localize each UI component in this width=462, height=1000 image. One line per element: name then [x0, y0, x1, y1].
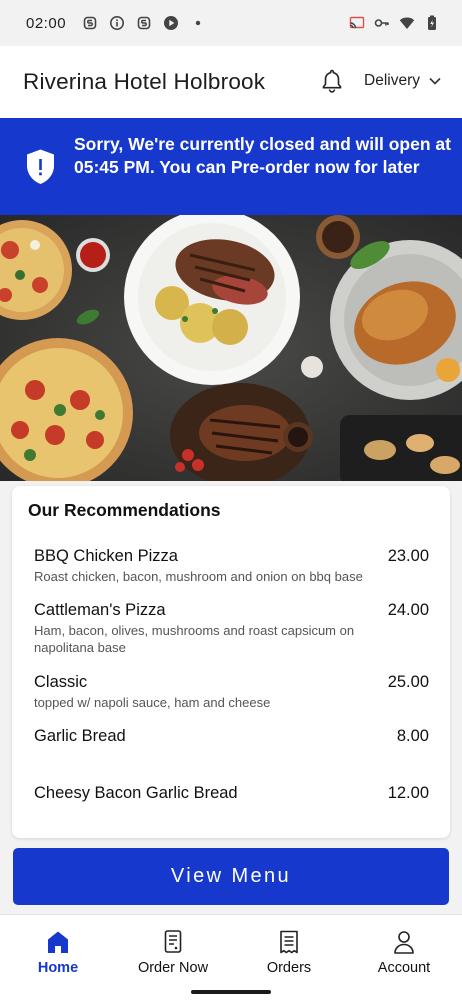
delivery-mode-label: Delivery: [364, 72, 420, 89]
menu-item[interactable]: BBQ Chicken Pizza 23.00 Roast chicken, b…: [34, 547, 429, 585]
menu-item[interactable]: Classic 25.00 topped w/ napoli sauce, ha…: [34, 673, 429, 711]
menu-item-price: 23.00: [387, 547, 429, 565]
menu-item-name: Garlic Bread: [34, 727, 126, 745]
wifi-icon: [399, 15, 415, 31]
menu-item[interactable]: Cheesy Bacon Garlic Bread 12.00: [34, 784, 429, 803]
menu-item-price: 12.00: [387, 784, 429, 802]
delivery-mode-dropdown[interactable]: Delivery: [364, 72, 441, 90]
gesture-home-indicator[interactable]: [191, 990, 271, 994]
menu-item-price: 8.00: [396, 727, 429, 745]
menu-item-description: Ham, bacon, olives, mushrooms and roast …: [34, 623, 355, 655]
nav-item-orders[interactable]: Orders: [239, 929, 339, 976]
chevron-down-icon: [429, 77, 441, 85]
bottom-navigation: Home Order Now Orders Account: [0, 914, 462, 1000]
cast-icon: [349, 15, 365, 31]
closed-banner: Sorry, We're currently closed and will o…: [0, 118, 462, 215]
shield-alert-icon: [25, 148, 56, 185]
nav-item-account[interactable]: Account: [354, 929, 454, 976]
app-header: Riverina Hotel Holbrook Delivery: [0, 46, 462, 118]
menu-item-name: Cheesy Bacon Garlic Bread: [34, 784, 238, 802]
account-person-icon: [394, 931, 414, 954]
nav-label: Order Now: [137, 960, 209, 976]
nav-label: Orders: [266, 960, 312, 976]
notification-s-icon: [136, 15, 152, 31]
nav-label: Account: [377, 960, 431, 976]
menu-item-name: Classic: [34, 673, 88, 691]
menu-item-price: 24.00: [387, 601, 429, 619]
menu-item-description: topped w/ napoli sauce, ham and cheese: [34, 695, 271, 710]
battery-charging-icon: [424, 15, 440, 31]
view-menu-button[interactable]: View Menu: [13, 848, 449, 905]
nav-label: Home: [37, 960, 79, 976]
menu-item-description: Roast chicken, bacon, mushroom and onion…: [34, 569, 363, 584]
play-icon: [163, 15, 179, 31]
menu-item-price: 25.00: [387, 673, 429, 691]
menu-item-name: BBQ Chicken Pizza: [34, 547, 178, 565]
bell-icon[interactable]: [320, 68, 344, 94]
orders-list-icon: [280, 930, 298, 954]
status-bar: 02:00: [0, 0, 462, 46]
status-time: 02:00: [26, 14, 67, 32]
menu-item[interactable]: Garlic Bread 8.00: [34, 727, 429, 746]
hero-food-image: [0, 215, 462, 481]
nav-item-order-now[interactable]: Order Now: [123, 929, 223, 976]
home-icon: [48, 931, 68, 953]
recommendations-card: Our Recommendations BBQ Chicken Pizza 23…: [12, 486, 450, 838]
dot-icon: [190, 15, 206, 31]
vpn-key-icon: [374, 15, 390, 31]
info-icon: [109, 15, 125, 31]
menu-item-name: Cattleman's Pizza: [34, 601, 166, 619]
status-left-icons: [82, 15, 206, 31]
notification-s-icon: [82, 15, 98, 31]
venue-title: Riverina Hotel Holbrook: [23, 69, 266, 94]
order-receipt-icon: [164, 930, 182, 953]
closed-message: Sorry, We're currently closed and will o…: [74, 134, 451, 177]
status-right-icons: [349, 15, 440, 31]
recommendations-title: Our Recommendations: [28, 500, 221, 520]
nav-item-home[interactable]: Home: [8, 929, 108, 976]
menu-item[interactable]: Cattleman's Pizza 24.00 Ham, bacon, oliv…: [34, 601, 429, 656]
